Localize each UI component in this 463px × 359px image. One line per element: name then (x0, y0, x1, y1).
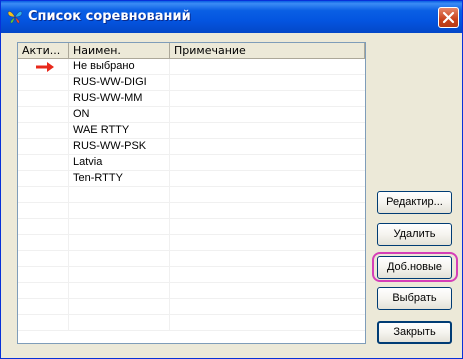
table-row[interactable]: WAE RTTY (18, 123, 365, 139)
window-title: Список соревнований (28, 9, 191, 24)
active-cell (18, 315, 69, 331)
note-cell (170, 235, 365, 251)
name-cell (69, 187, 170, 203)
active-cell (18, 123, 69, 139)
note-cell (170, 283, 365, 299)
add-new-highlight (372, 252, 458, 282)
close-window-button[interactable] (438, 7, 459, 28)
note-cell (170, 299, 365, 315)
note-cell (170, 171, 365, 187)
empty-row (18, 283, 365, 299)
name-cell (69, 283, 170, 299)
delete-button[interactable]: Удалить (377, 223, 452, 246)
note-cell (170, 91, 365, 107)
column-header-name[interactable]: Наимен. (69, 43, 170, 59)
active-cell (18, 59, 69, 75)
active-cell (18, 187, 69, 203)
table-row[interactable]: RUS-WW-MM (18, 91, 365, 107)
active-cell (18, 251, 69, 267)
empty-row (18, 315, 365, 331)
active-cell (18, 171, 69, 187)
active-cell (18, 203, 69, 219)
name-cell: RUS-WW-PSK (69, 139, 170, 155)
note-cell (170, 315, 365, 331)
note-cell (170, 267, 365, 283)
note-cell (170, 203, 365, 219)
active-cell (18, 155, 69, 171)
close-icon (442, 11, 455, 24)
name-cell: Latvia (69, 155, 170, 171)
name-cell: WAE RTTY (69, 123, 170, 139)
active-cell (18, 139, 69, 155)
name-cell: RUS-WW-MM (69, 91, 170, 107)
table-row[interactable]: Ten-RTTY (18, 171, 365, 187)
select-button[interactable]: Выбрать (377, 287, 452, 310)
name-cell: Не выбрано (69, 59, 170, 75)
butterfly-icon (7, 11, 23, 24)
table-row[interactable]: ON (18, 107, 365, 123)
close-button[interactable]: Закрыть (377, 321, 452, 344)
table-row[interactable]: RUS-WW-PSK (18, 139, 365, 155)
empty-row (18, 203, 365, 219)
name-cell: Ten-RTTY (69, 171, 170, 187)
table-row[interactable]: RUS-WW-DIGI (18, 75, 365, 91)
note-cell (170, 123, 365, 139)
competitions-list[interactable]: Акти... Наимен. Примечание Не выбрано RUS… (17, 42, 366, 344)
active-cell (18, 283, 69, 299)
empty-row (18, 235, 365, 251)
name-cell (69, 267, 170, 283)
name-cell (69, 251, 170, 267)
empty-row (18, 187, 365, 203)
column-header-active[interactable]: Акти... (18, 43, 69, 59)
name-cell: ON (69, 107, 170, 123)
active-cell (18, 219, 69, 235)
note-cell (170, 155, 365, 171)
note-cell (170, 187, 365, 203)
empty-row (18, 251, 365, 267)
name-cell: RUS-WW-DIGI (69, 75, 170, 91)
name-cell (69, 315, 170, 331)
name-cell (69, 219, 170, 235)
active-cell (18, 91, 69, 107)
empty-row (18, 267, 365, 283)
note-cell (170, 59, 365, 75)
empty-row (18, 299, 365, 315)
edit-button[interactable]: Редактир... (377, 191, 452, 214)
title-bar[interactable]: Список соревнований (1, 1, 462, 33)
empty-row (18, 219, 365, 235)
column-header-filler (365, 43, 366, 59)
competitions-window: Список соревнований Акти... Наимен. Прим… (0, 0, 463, 359)
note-cell (170, 139, 365, 155)
list-rows: Не выбрано RUS-WW-DIGI RUS-WW-MM ON WAE RTTY… (18, 59, 365, 331)
name-cell (69, 299, 170, 315)
name-cell (69, 235, 170, 251)
active-cell (18, 299, 69, 315)
column-header-note[interactable]: Примечание (170, 43, 365, 59)
active-cell (18, 75, 69, 91)
active-cell (18, 235, 69, 251)
note-cell (170, 219, 365, 235)
note-cell (170, 75, 365, 91)
table-row[interactable]: Не выбрано (18, 59, 365, 75)
name-cell (69, 203, 170, 219)
active-cell (18, 267, 69, 283)
note-cell (170, 107, 365, 123)
active-cell (18, 107, 69, 123)
right-arrow-icon (36, 62, 54, 72)
note-cell (170, 251, 365, 267)
table-row[interactable]: Latvia (18, 155, 365, 171)
